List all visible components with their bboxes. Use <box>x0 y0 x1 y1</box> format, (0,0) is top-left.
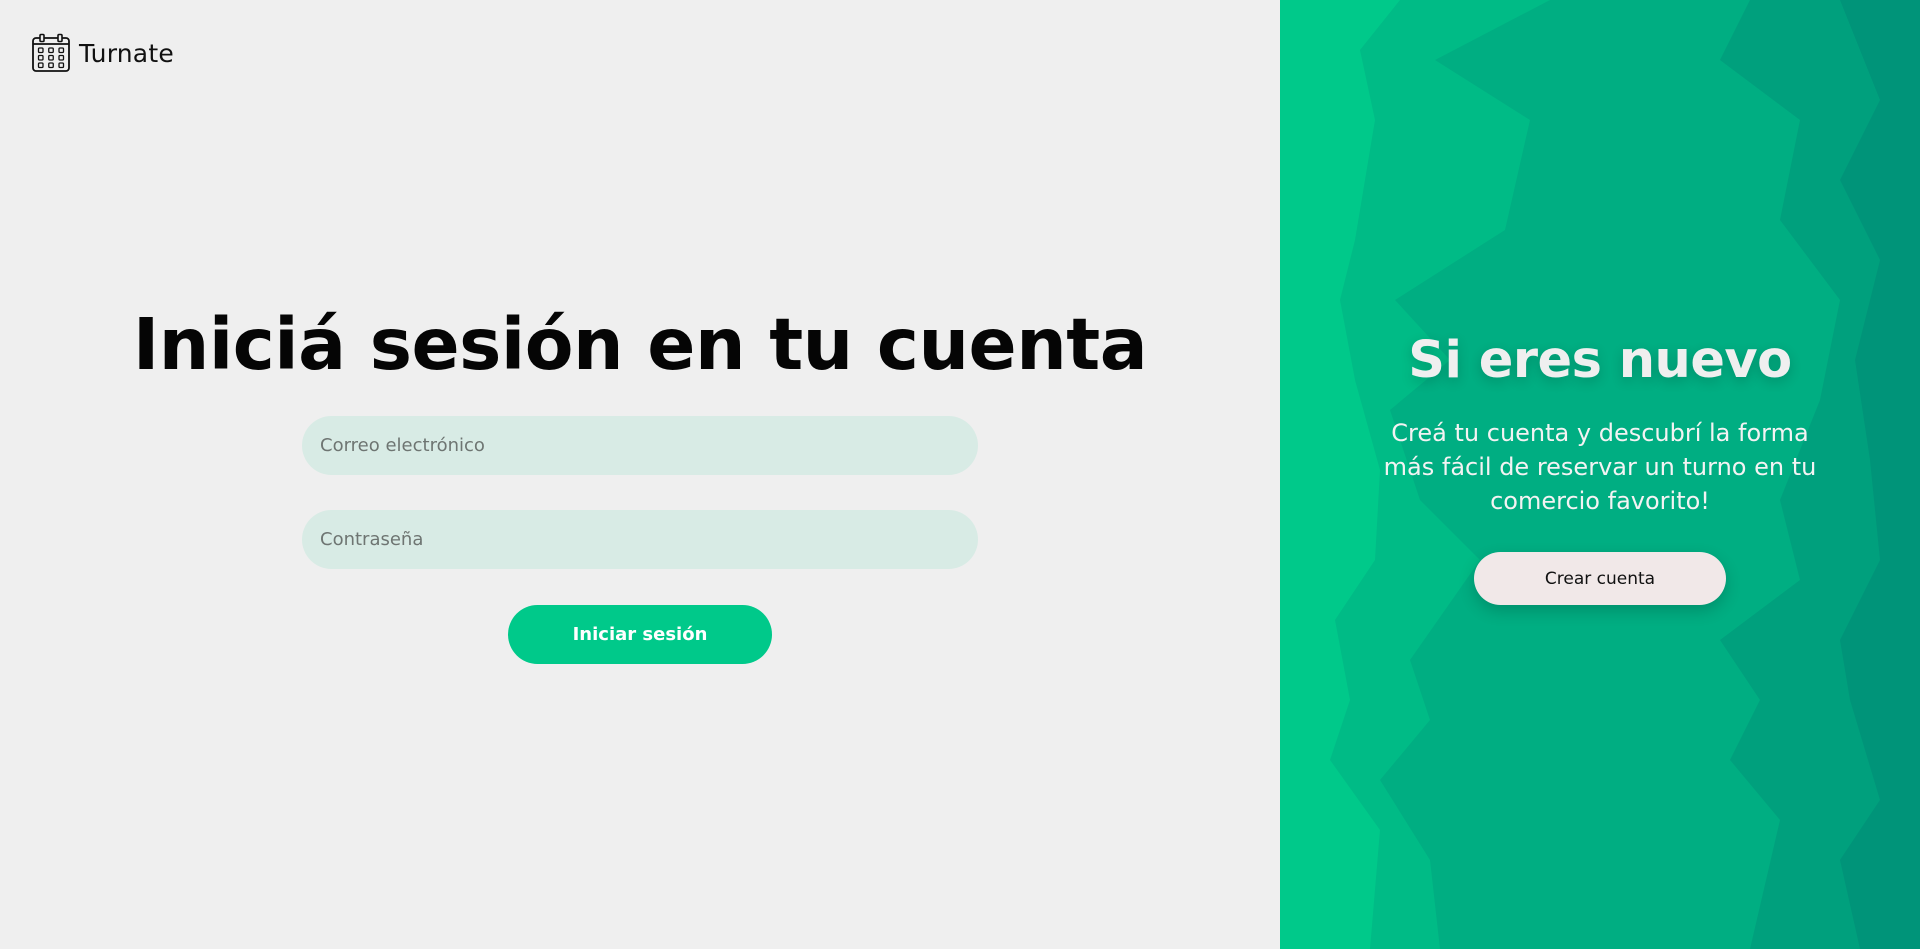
signup-description: Creá tu cuenta y descubrí la forma más f… <box>1383 419 1817 515</box>
login-panel: Turnate Iniciá sesión en tu cuenta Inici… <box>0 0 1280 949</box>
signup-title: Si eres nuevo <box>1408 331 1792 390</box>
email-field[interactable] <box>302 416 978 475</box>
create-account-button[interactable]: Crear cuenta <box>1474 552 1726 605</box>
signup-promo: Si eres nuevo Creá tu cuenta y descubrí … <box>1280 326 1920 605</box>
calendar-icon <box>32 33 70 72</box>
brand-name: Turnate <box>79 38 174 68</box>
page: Turnate Iniciá sesión en tu cuenta Inici… <box>0 0 1920 949</box>
brand-logo[interactable]: Turnate <box>31 33 174 73</box>
login-button[interactable]: Iniciar sesión <box>508 605 772 664</box>
password-field[interactable] <box>302 510 978 569</box>
signup-panel: Si eres nuevo Creá tu cuenta y descubrí … <box>1280 0 1920 949</box>
login-title: Iniciá sesión en tu cuenta <box>132 303 1148 386</box>
